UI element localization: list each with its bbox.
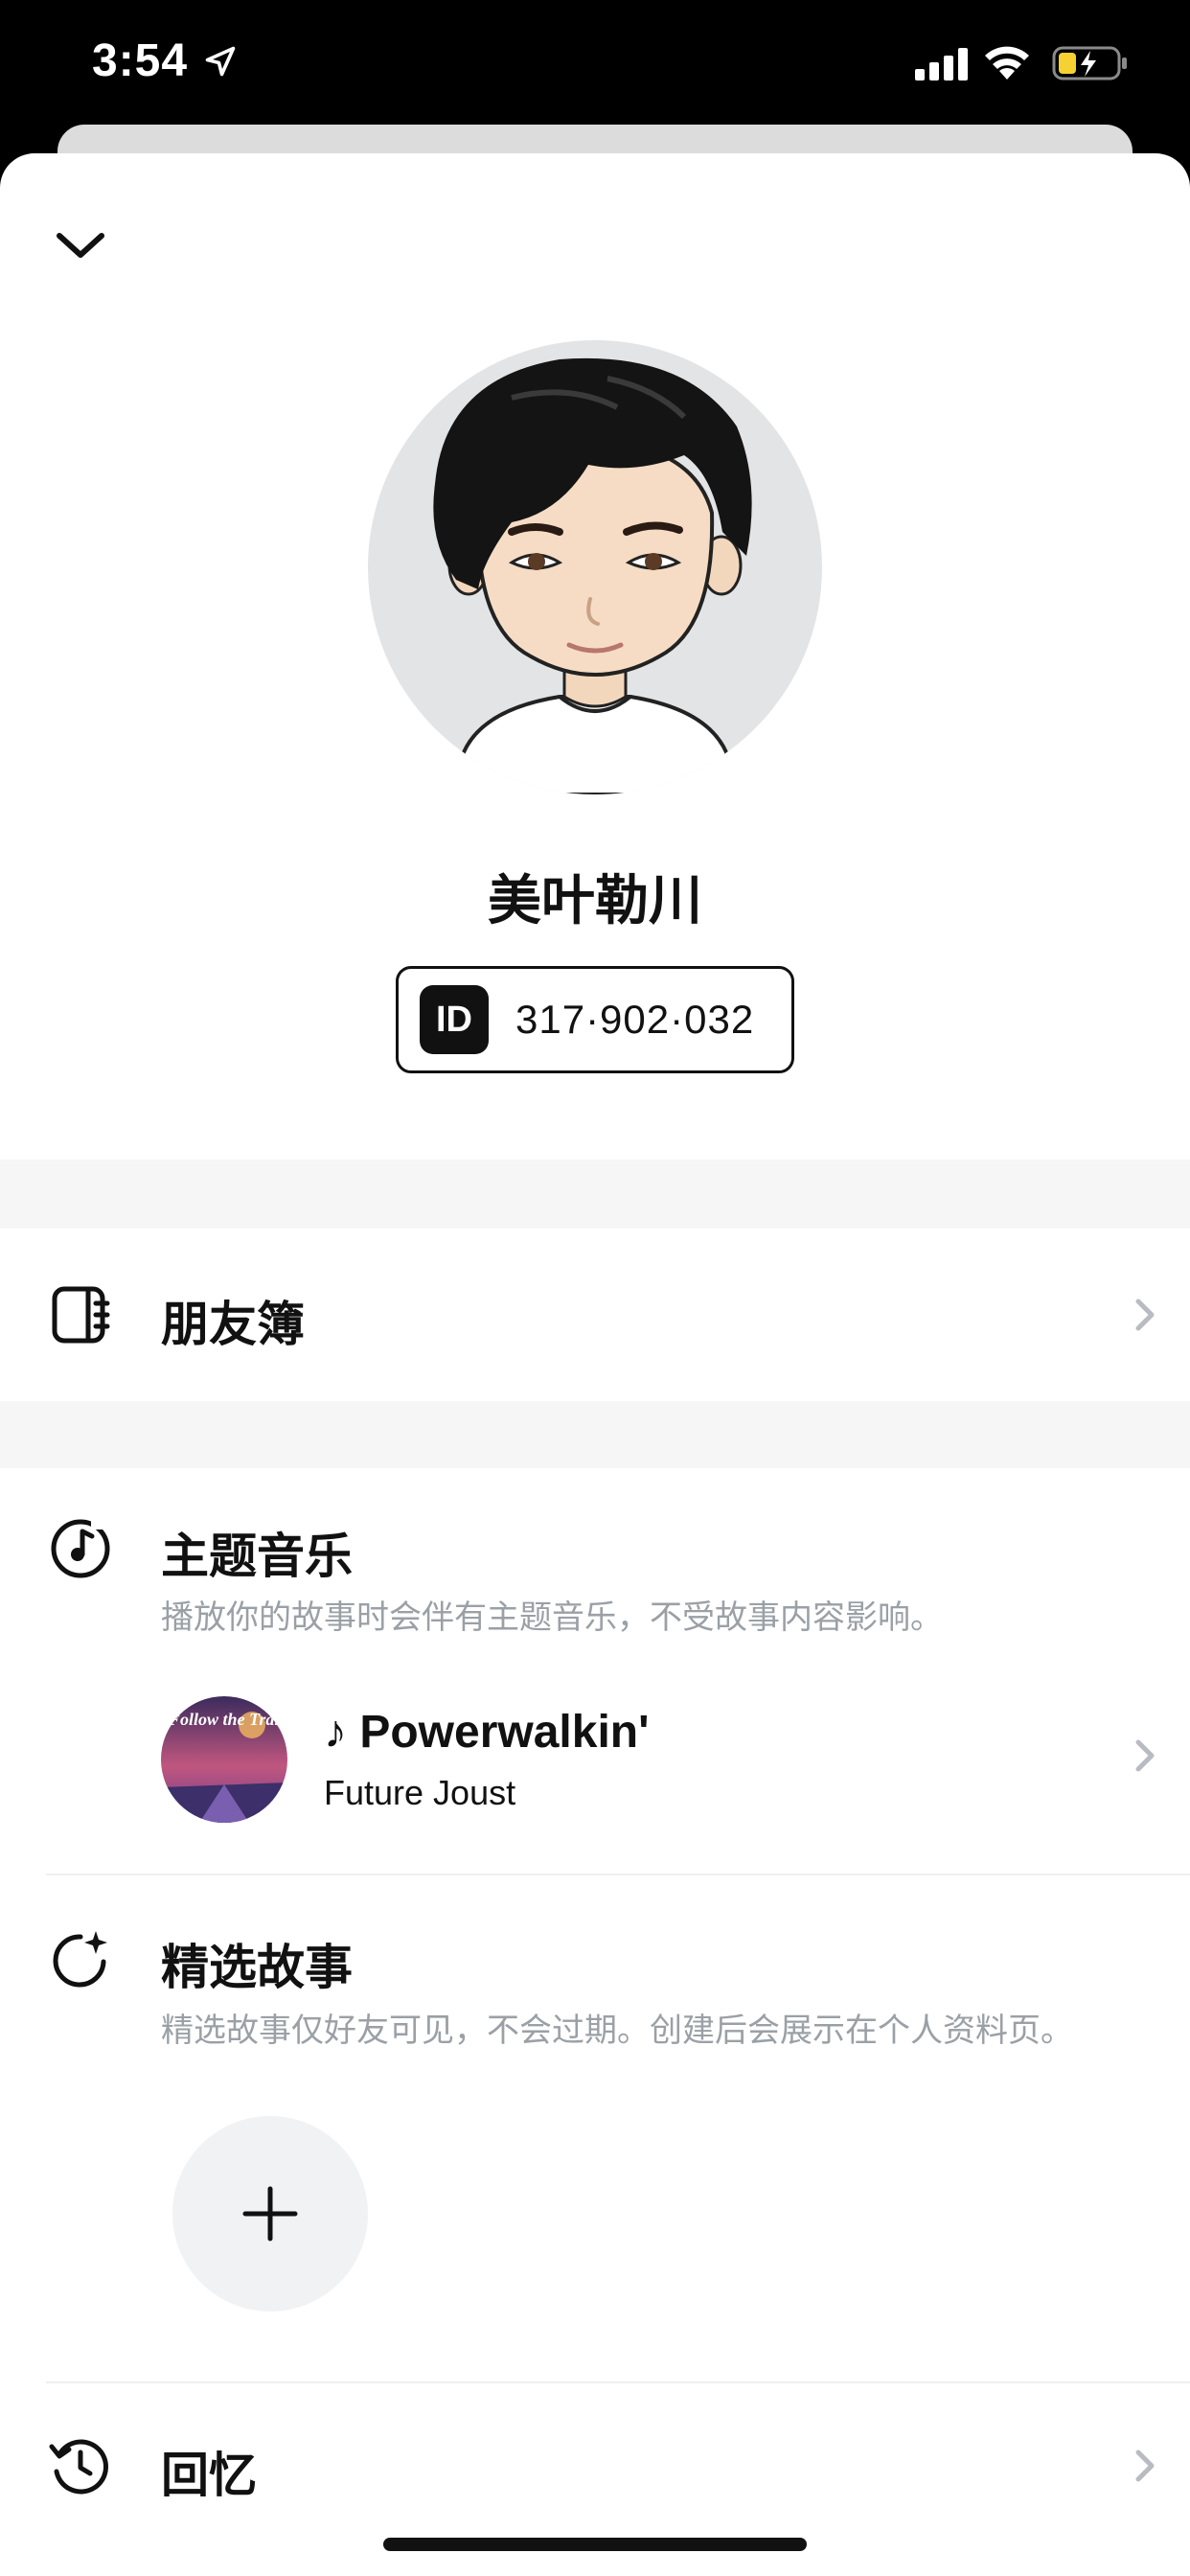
album-cover-text: Follow the Trail bbox=[168, 1710, 284, 1729]
section-gap bbox=[0, 1160, 1190, 1229]
memories-title: 回忆 bbox=[161, 2448, 257, 2503]
profile-sheet: 美叶勒川 ID 317·902·032 朋友簿 主题音乐 播放你的故事时会伴有主… bbox=[0, 153, 1190, 2576]
home-indicator[interactable] bbox=[383, 2538, 807, 2551]
add-featured-story-button[interactable] bbox=[172, 2116, 368, 2312]
friends-title: 朋友簿 bbox=[161, 1297, 305, 1352]
friends-row[interactable]: 朋友簿 bbox=[0, 1229, 1190, 1401]
chevron-right-icon bbox=[1135, 1739, 1155, 1772]
chevron-right-icon bbox=[1135, 2450, 1155, 2482]
display-name: 美叶勒川 bbox=[488, 870, 702, 932]
song-title: ♪ Powerwalkin' bbox=[324, 1707, 650, 1758]
id-chip: ID bbox=[420, 985, 489, 1054]
memories-row[interactable]: 回忆 bbox=[0, 2383, 1190, 2537]
section-gap bbox=[0, 1401, 1190, 1468]
battery-charging-icon bbox=[1052, 46, 1127, 80]
song-artist: Future Joust bbox=[324, 1773, 516, 1812]
album-cover: Follow the Trail bbox=[161, 1696, 287, 1823]
avatar[interactable] bbox=[368, 340, 822, 794]
chevron-right-icon bbox=[1135, 1299, 1155, 1331]
avatar-illustration bbox=[433, 357, 752, 794]
location-arrow-icon bbox=[205, 46, 236, 77]
chevron-down-icon bbox=[57, 233, 104, 258]
theme-music-header: 主题音乐 播放你的故事时会伴有主题音乐，不受故事内容影响。 bbox=[0, 1468, 1190, 1637]
wifi-icon bbox=[985, 46, 1029, 80]
theme-music-title: 主题音乐 bbox=[161, 1529, 353, 1584]
music-disc-icon bbox=[51, 1516, 110, 1578]
sparkle-circle-icon bbox=[53, 1931, 107, 1988]
featured-stories-header: 精选故事 精选故事仅好友可见，不会过期。创建后会展示在个人资料页。 bbox=[0, 1875, 1190, 2067]
featured-stories-title: 精选故事 bbox=[161, 1940, 353, 1995]
address-book-icon bbox=[52, 1286, 110, 1344]
plus-icon bbox=[242, 2186, 298, 2242]
theme-music-subtitle: 播放你的故事时会伴有主题音乐，不受故事内容影响。 bbox=[161, 1598, 943, 1637]
featured-stories-subtitle: 精选故事仅好友可见，不会过期。创建后会展示在个人资料页。 bbox=[161, 2012, 1073, 2050]
history-clock-icon bbox=[49, 2439, 108, 2495]
user-id-badge[interactable]: ID 317·902·032 bbox=[396, 966, 794, 1073]
status-bar: 3:54 bbox=[0, 0, 1190, 144]
cellular-signal-icon bbox=[915, 48, 968, 80]
collapse-button[interactable] bbox=[46, 211, 115, 280]
status-time: 3:54 bbox=[92, 35, 189, 86]
user-id-number: 317·902·032 bbox=[515, 997, 755, 1042]
